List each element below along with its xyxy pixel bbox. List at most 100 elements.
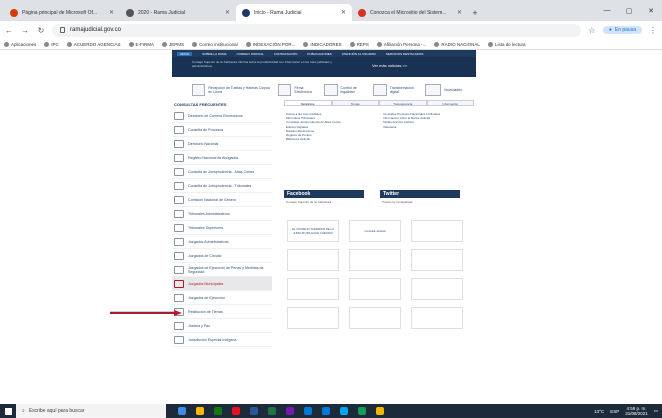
content-tab[interactable]: Transparencia bbox=[379, 100, 427, 106]
service-link[interactable]: Videoteca bbox=[383, 125, 474, 129]
service-tile[interactable]: Control de legalidad bbox=[324, 83, 365, 96]
bookmark-item[interactable]: Lista de lectura bbox=[487, 41, 525, 47]
taskbar-app-icon[interactable] bbox=[232, 407, 240, 415]
sidebar-item[interactable]: Juzgados de Ejecución bbox=[172, 291, 272, 305]
sidebar-item[interactable]: Consulta de Procesos bbox=[172, 123, 272, 137]
banner-tile[interactable] bbox=[411, 278, 463, 300]
taskbar-app-icon[interactable] bbox=[358, 407, 366, 415]
sidebar-item[interactable]: Juzgados de Circuito bbox=[172, 249, 272, 263]
banner-tile[interactable] bbox=[411, 307, 463, 329]
topnav-item[interactable]: SOBRE LA RAMA bbox=[202, 52, 226, 56]
twitter-sub[interactable]: Tweets by ramajudicial bbox=[380, 198, 460, 206]
bookmark-item[interactable]: Aplicaciones bbox=[4, 41, 36, 47]
banner-tile[interactable] bbox=[411, 249, 463, 271]
taskbar-app-icon[interactable] bbox=[250, 407, 258, 415]
close-tab-icon[interactable]: ✕ bbox=[457, 9, 462, 16]
topnav-item[interactable]: CORREO JUDICIAL bbox=[237, 52, 264, 56]
start-button[interactable] bbox=[0, 404, 16, 418]
banner-tile[interactable] bbox=[287, 278, 339, 300]
close-tab-icon[interactable]: ✕ bbox=[225, 9, 230, 16]
star-icon[interactable]: ☆ bbox=[587, 26, 597, 35]
bookmark-item[interactable]: REPS bbox=[349, 41, 369, 47]
sidebar-item[interactable]: Tribunales Superiores bbox=[172, 221, 272, 235]
content-tab[interactable]: Información bbox=[426, 100, 474, 106]
content-tab[interactable]: Servicios bbox=[284, 100, 332, 106]
sidebar-item[interactable]: Juzgados de Ejecución de Penas y Medidas… bbox=[172, 263, 272, 277]
bookmark-item[interactable]: Correo institucional bbox=[192, 41, 238, 47]
taskbar-app-icon[interactable] bbox=[340, 407, 348, 415]
banner-tile[interactable] bbox=[349, 307, 401, 329]
service-tile[interactable]: Recepción de Tutelas y Habeas Corpus en … bbox=[192, 83, 270, 96]
service-tile[interactable]: Novedades bbox=[425, 83, 462, 96]
new-tab-button[interactable]: + bbox=[468, 4, 482, 21]
browser-tab[interactable]: Inicio - Rama Judicial ✕ bbox=[236, 4, 352, 21]
banner-tile[interactable]: EL CONSEJO SUPERIOR DE LA JUDICATURA HAC… bbox=[287, 220, 339, 242]
weather-text[interactable]: 13°C bbox=[594, 409, 604, 414]
notifications-icon[interactable]: ▭ bbox=[654, 408, 658, 414]
more-news-link[interactable]: Ver más noticias >> bbox=[372, 63, 407, 68]
banner-tile[interactable] bbox=[287, 249, 339, 271]
sidebar-item[interactable]: Registro Nacional de Abogados bbox=[172, 151, 272, 165]
taskbar-app-icon[interactable] bbox=[196, 407, 204, 415]
topnav-item[interactable]: INICIO bbox=[177, 51, 193, 56]
close-tab-icon[interactable]: ✕ bbox=[109, 9, 114, 16]
sidebar-item[interactable]: Juzgados Administrativos bbox=[172, 235, 272, 249]
minimize-button[interactable]: — bbox=[596, 0, 618, 21]
menu-icon[interactable]: ⋮ bbox=[648, 26, 658, 35]
banner-tile[interactable] bbox=[411, 220, 463, 242]
bookmark-item[interactable]: JEPMS bbox=[162, 41, 184, 47]
taskbar-app-icon[interactable] bbox=[214, 407, 222, 415]
sidebar-item[interactable]: Consulta de Jurisprudencia - Tribunales bbox=[172, 179, 272, 193]
service-link[interactable]: Biblioteca Judicial bbox=[286, 137, 377, 141]
back-button[interactable]: ← bbox=[4, 26, 14, 35]
sidebar-item[interactable]: Juzgados Municipales bbox=[172, 277, 272, 291]
sidebar-item[interactable]: Comisión Nacional de Género bbox=[172, 193, 272, 207]
url-input[interactable]: ramajudicial.gov.co bbox=[52, 23, 581, 37]
close-tab-icon[interactable]: ✕ bbox=[341, 9, 346, 16]
topnav-item[interactable]: PUBLICACIONES bbox=[307, 52, 331, 56]
bookmark-item[interactable]: IPC bbox=[44, 41, 59, 47]
taskbar-app-icon[interactable] bbox=[376, 407, 384, 415]
clock[interactable]: 4:58 p. m. 31/08/2021 bbox=[625, 406, 648, 416]
sidebar-item[interactable]: Consulta de Jurisprudencia - Altas Corte… bbox=[172, 165, 272, 179]
bookmark-item[interactable]: INDICADORES bbox=[303, 41, 342, 47]
banner-tile[interactable] bbox=[349, 278, 401, 300]
banner-tile[interactable] bbox=[349, 249, 401, 271]
sidebar-item[interactable]: Restitución de Tierras bbox=[172, 305, 272, 319]
bookmark-item[interactable]: INDEXACIÓN POR... bbox=[245, 41, 295, 47]
taskbar-search[interactable]: ⌕ Escribe aquí para buscar bbox=[16, 404, 166, 418]
facebook-sub[interactable]: Consejo Superior de la Judicatura bbox=[284, 198, 364, 206]
maximize-button[interactable]: ▢ bbox=[618, 0, 640, 21]
profile-button[interactable]: ● En pausa bbox=[602, 26, 642, 34]
taskbar-app-icon[interactable] bbox=[304, 407, 312, 415]
sidebar-item[interactable]: Jurisdicción Especial Indígena bbox=[172, 333, 272, 347]
taskbar-app-icon[interactable] bbox=[322, 407, 330, 415]
bookmark-item[interactable]: RADIO NACIONAL bbox=[434, 41, 480, 47]
topnav-item[interactable]: SERVICIOS DESTACADOS bbox=[386, 52, 424, 56]
topnav-item[interactable]: ATENCIÓN AL USUARIO bbox=[342, 52, 376, 56]
taskbar-app-icon[interactable] bbox=[268, 407, 276, 415]
sidebar-item[interactable]: Justicia y Paz bbox=[172, 319, 272, 333]
banner-tile[interactable]: Consulta Judicial bbox=[349, 220, 401, 242]
topnav-item[interactable]: CONTRATACIÓN bbox=[274, 52, 298, 56]
sidebar-item[interactable]: Directorio Nacional bbox=[172, 137, 272, 151]
reload-button[interactable]: ↻ bbox=[36, 26, 46, 35]
forward-button[interactable]: → bbox=[20, 26, 30, 35]
sidebar-item[interactable]: Directorio de Correos Electrónicos bbox=[172, 109, 272, 123]
bookmark-item[interactable]: E-FIRMA bbox=[128, 41, 154, 47]
taskbar-app-icon[interactable] bbox=[286, 407, 294, 415]
banner-tile[interactable] bbox=[287, 307, 339, 329]
sidebar-item-icon bbox=[174, 265, 184, 274]
service-tile[interactable]: Transformación digital bbox=[373, 83, 417, 96]
taskbar-app-icon[interactable] bbox=[178, 407, 186, 415]
lang-indicator[interactable]: ESP bbox=[610, 409, 619, 414]
content-tab[interactable]: Temas bbox=[331, 100, 379, 106]
close-window-button[interactable]: ✕ bbox=[640, 0, 662, 21]
browser-tab[interactable]: Conozca el Micrositio del Sistem... ✕ bbox=[352, 4, 468, 21]
browser-tab[interactable]: 2020 - Rama Judicial ✕ bbox=[120, 4, 236, 21]
service-tile[interactable]: Firma Electrónica bbox=[278, 83, 316, 96]
bookmark-item[interactable]: ACUERDO AGENCIAS bbox=[66, 41, 121, 47]
bookmark-item[interactable]: Afiliación Persona -... bbox=[376, 41, 426, 47]
browser-tab[interactable]: Página principal de Microsoft Of... ✕ bbox=[4, 4, 120, 21]
sidebar-item[interactable]: Tribunales Administrativos bbox=[172, 207, 272, 221]
